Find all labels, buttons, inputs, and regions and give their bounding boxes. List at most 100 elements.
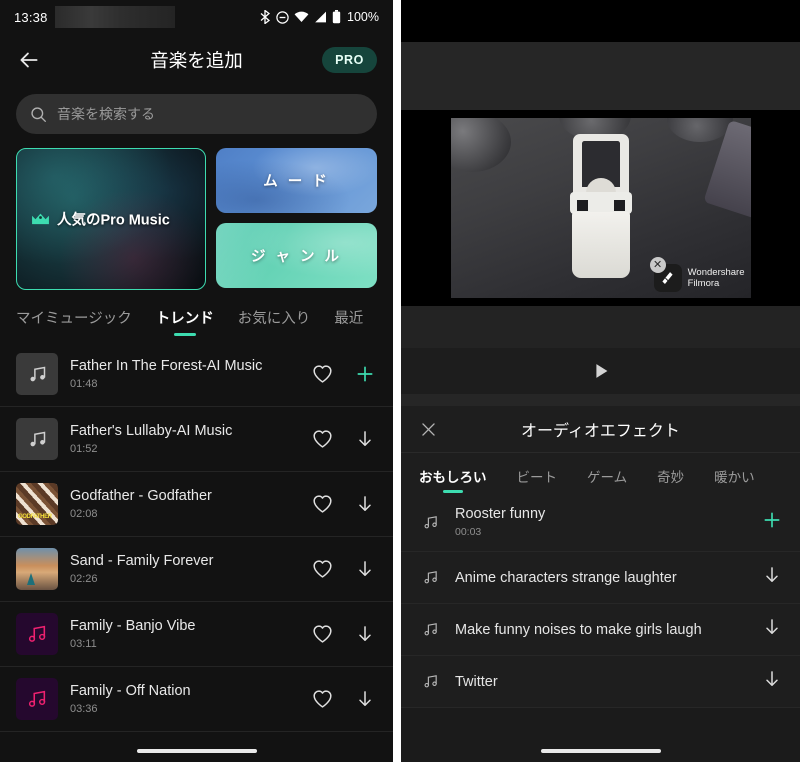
- search-input[interactable]: 音楽を検索する: [16, 94, 377, 134]
- tab-recent[interactable]: 最近: [334, 308, 363, 336]
- card-pro-music-label: 人気のPro Music: [57, 212, 170, 229]
- song-actions: [312, 429, 377, 449]
- song-actions: [312, 689, 377, 709]
- effect-info: Make funny noises to make girls laugh: [455, 622, 738, 638]
- download-icon[interactable]: [355, 559, 375, 579]
- heart-icon[interactable]: [312, 559, 333, 579]
- effect-title: Twitter: [455, 673, 498, 690]
- panel-divider: [393, 0, 401, 762]
- song-info: Father's Lullaby-AI Music 01:52: [70, 423, 300, 455]
- download-icon[interactable]: [762, 669, 782, 689]
- search-icon: [31, 106, 46, 122]
- table-row[interactable]: Family - Off Nation 03:36: [0, 667, 393, 732]
- music-note-icon: [419, 514, 441, 531]
- effect-duration: 00:03: [455, 526, 482, 538]
- download-icon[interactable]: [355, 429, 375, 449]
- effect-tabs: おもしろい ビート ゲーム 奇妙 暖かい: [401, 453, 800, 493]
- song-actions: [312, 624, 377, 644]
- editor-separator: [401, 394, 800, 406]
- list-item[interactable]: Anime characters strange laughter: [401, 552, 800, 604]
- song-thumbnail: [16, 678, 58, 720]
- heart-icon[interactable]: [312, 429, 333, 449]
- tab-warm[interactable]: 暖かい: [714, 466, 755, 493]
- song-duration: 03:36: [70, 703, 98, 715]
- tab-trending[interactable]: トレンド: [156, 308, 214, 336]
- video-editor-screen: ✕ Wondershare Filmora オーディオエフェクト おもしろい ビ…: [401, 0, 800, 762]
- list-item[interactable]: Twitter: [401, 656, 800, 708]
- video-preview[interactable]: ✕ Wondershare Filmora: [401, 110, 800, 306]
- sheet-header: オーディオエフェクト: [401, 406, 800, 453]
- heart-icon[interactable]: [312, 624, 333, 644]
- tab-funny[interactable]: おもしろい: [419, 466, 487, 493]
- card-mood[interactable]: ム ー ド: [216, 148, 377, 213]
- add-icon[interactable]: [762, 510, 782, 530]
- tab-my-music[interactable]: マイミュージック: [16, 308, 132, 336]
- list-item[interactable]: Make funny noises to make girls laugh: [401, 604, 800, 656]
- effect-action: [752, 617, 782, 642]
- stand-body: [571, 212, 630, 278]
- song-duration: 02:08: [70, 508, 98, 520]
- download-icon[interactable]: [762, 617, 782, 637]
- pro-badge[interactable]: PRO: [322, 47, 377, 73]
- music-library-screen: 13:38 100% 音楽を追加 PRO 音楽を検索する 人気のPro Musi…: [0, 0, 393, 762]
- home-indicator[interactable]: [0, 749, 393, 753]
- card-genre[interactable]: ジ ャ ン ル: [216, 223, 377, 288]
- download-icon[interactable]: [355, 689, 375, 709]
- table-row[interactable]: GODFATHER Godfather - Godfather 02:08: [0, 472, 393, 537]
- music-note-icon: [28, 690, 46, 707]
- heart-icon[interactable]: [312, 364, 333, 384]
- status-icons: 100%: [260, 10, 379, 24]
- music-note-icon: [419, 673, 441, 690]
- song-duration: 01:52: [70, 443, 98, 455]
- music-note-icon: [30, 431, 45, 446]
- add-icon[interactable]: [355, 364, 375, 384]
- download-icon[interactable]: [762, 565, 782, 585]
- stand-slot: [581, 141, 620, 146]
- song-thumbnail: [16, 613, 58, 655]
- effect-action: [752, 669, 782, 694]
- song-duration: 02:26: [70, 573, 98, 585]
- tab-game[interactable]: ゲーム: [587, 466, 627, 493]
- library-tabs: マイミュージック トレンド お気に入り 最近: [16, 308, 377, 336]
- heart-icon[interactable]: [312, 494, 333, 514]
- close-icon[interactable]: [419, 420, 438, 439]
- card-mood-label: ム ー ド: [263, 174, 330, 190]
- play-button[interactable]: [401, 348, 800, 394]
- song-title: Family - Banjo Vibe: [70, 618, 196, 634]
- song-actions: [312, 494, 377, 514]
- stand-notch: [613, 200, 625, 211]
- home-indicator[interactable]: [401, 749, 800, 753]
- music-note-icon: [30, 366, 45, 381]
- back-arrow-icon[interactable]: [16, 47, 42, 73]
- song-actions: [312, 364, 377, 384]
- audio-effects-sheet: オーディオエフェクト おもしろい ビート ゲーム 奇妙 暖かい Rooster …: [401, 406, 800, 708]
- song-duration: 01:48: [70, 378, 98, 390]
- effect-info: Twitter: [455, 674, 738, 690]
- watermark-text: Wondershare Filmora: [688, 267, 745, 289]
- status-bar-redaction: [55, 6, 175, 28]
- play-icon: [595, 364, 607, 378]
- tab-favorites[interactable]: お気に入り: [238, 308, 311, 336]
- download-icon[interactable]: [355, 494, 375, 514]
- list-item[interactable]: Rooster funny 00:03: [401, 493, 800, 552]
- phone-stand-subject: [568, 134, 634, 284]
- download-icon[interactable]: [355, 624, 375, 644]
- heart-icon[interactable]: [312, 689, 333, 709]
- song-info: Family - Banjo Vibe 03:11: [70, 618, 300, 650]
- card-pro-music[interactable]: 人気のPro Music: [16, 148, 206, 290]
- desk-object: [450, 118, 511, 172]
- table-row[interactable]: Father's Lullaby-AI Music 01:52: [0, 407, 393, 472]
- song-info: Sand - Family Forever 02:26: [70, 553, 300, 585]
- close-icon[interactable]: ✕: [649, 257, 666, 273]
- table-row[interactable]: Sand - Family Forever 02:26: [0, 537, 393, 602]
- music-note-icon: [28, 625, 46, 642]
- editor-topbar: [401, 0, 800, 42]
- song-thumbnail: [16, 548, 58, 590]
- tab-strange[interactable]: 奇妙: [657, 466, 684, 493]
- table-row[interactable]: Father In The Forest-AI Music 01:48: [0, 342, 393, 407]
- bluetooth-icon: [260, 10, 271, 24]
- tab-beat[interactable]: ビート: [517, 466, 558, 493]
- song-info: Father In The Forest-AI Music 01:48: [70, 358, 300, 390]
- song-duration: 03:11: [70, 638, 97, 650]
- table-row[interactable]: Family - Banjo Vibe 03:11: [0, 602, 393, 667]
